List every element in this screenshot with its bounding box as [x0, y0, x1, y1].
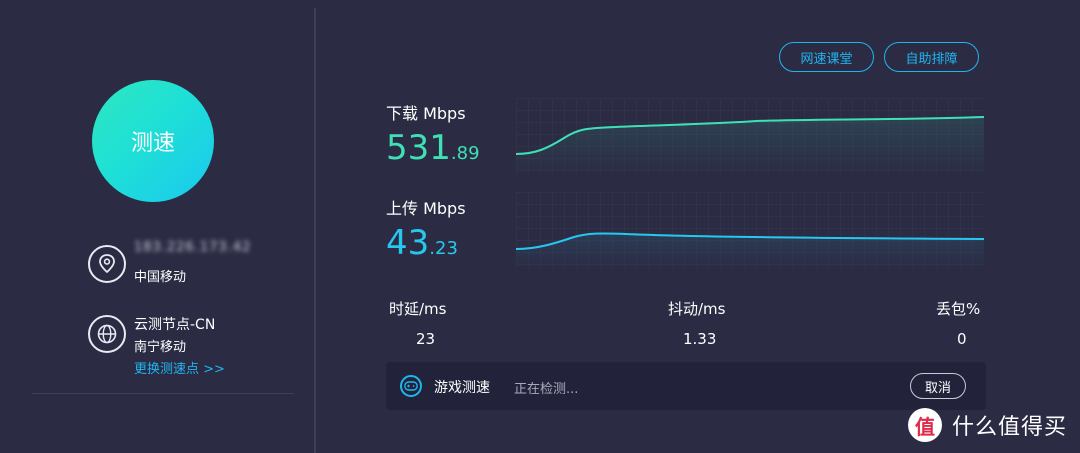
- upload-value-int: 43: [386, 223, 430, 263]
- download-graph: [516, 98, 984, 174]
- test-node-isp: 南宁移动: [134, 340, 187, 355]
- upload-value-dec: .23: [429, 238, 458, 259]
- left-panel: 测速 183.226.173.42 中国移动 云测节点-CN 南宁移动 更换测速…: [0, 0, 316, 453]
- upload-graph: [516, 192, 984, 268]
- download-label: 下载 Mbps: [386, 104, 466, 123]
- game-speed-test-bar: 游戏测速 正在检测... 取消: [386, 362, 986, 410]
- smzdm-logo-icon: 值: [908, 408, 942, 442]
- cancel-label: 取消: [924, 380, 951, 396]
- download-value-dec: .89: [450, 143, 480, 164]
- start-speed-test-button[interactable]: 测速: [92, 80, 214, 202]
- panel-divider: [314, 8, 316, 453]
- download-value: 531.89: [386, 128, 480, 168]
- cancel-button[interactable]: 取消: [910, 373, 966, 399]
- speed-test-label: 测速: [130, 131, 175, 156]
- location-pin-icon: [88, 245, 126, 283]
- jitter-value: 1.33: [683, 330, 717, 348]
- self-troubleshoot-button[interactable]: 自助排障: [884, 42, 979, 72]
- jitter-label: 抖动/ms: [668, 300, 726, 318]
- latency-value: 23: [416, 330, 436, 348]
- globe-icon: [88, 315, 126, 353]
- ip-address: 183.226.173.42: [134, 240, 252, 255]
- test-node-name: 云测节点-CN: [134, 317, 216, 333]
- change-node-link[interactable]: 更换测速点 >>: [134, 358, 225, 377]
- gamepad-icon: [400, 375, 422, 397]
- upload-value: 43.23: [386, 223, 458, 263]
- self-troubleshoot-label: 自助排障: [905, 51, 958, 67]
- left-divider: [32, 393, 294, 394]
- isp-name: 中国移动: [134, 270, 187, 285]
- latency-label: 时延/ms: [389, 300, 447, 318]
- game-test-title: 游戏测速: [434, 380, 490, 396]
- watermark-text: 什么值得买: [952, 415, 1068, 440]
- upload-label: 上传 Mbps: [386, 199, 466, 218]
- speed-course-button[interactable]: 网速课堂: [779, 42, 874, 72]
- packet-loss-value: 0: [957, 330, 967, 348]
- download-value-int: 531: [386, 128, 451, 168]
- packet-loss-label: 丢包%: [936, 300, 981, 318]
- watermark: 值 什么值得买: [908, 408, 1067, 442]
- game-test-status: 正在检测...: [514, 382, 579, 397]
- speed-course-label: 网速课堂: [800, 51, 853, 67]
